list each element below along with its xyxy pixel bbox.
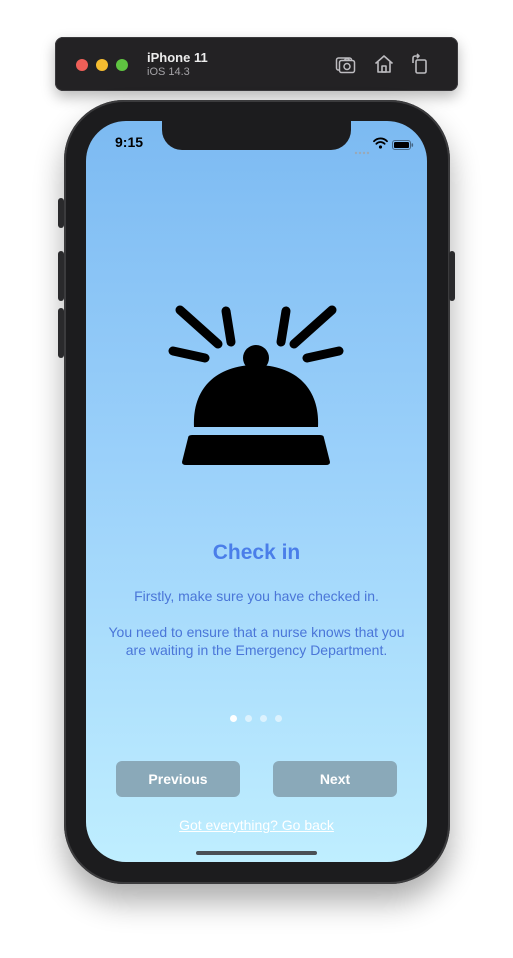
page-dot-1[interactable] (230, 715, 237, 722)
cellular-signal-icon (354, 142, 370, 155)
page-indicator[interactable] (230, 715, 284, 723)
service-bell-icon (168, 305, 344, 465)
device-name: iPhone 11 (147, 50, 208, 65)
minimize-window-button[interactable] (96, 59, 108, 71)
onboarding-paragraph-2: You need to ensure that a nurse knows th… (108, 624, 405, 658)
previous-button[interactable]: Previous (116, 761, 240, 797)
notch (162, 121, 351, 150)
onboarding-title: Check in (212, 541, 301, 564)
battery-icon (392, 137, 414, 150)
page-dot-4[interactable] (275, 715, 282, 722)
simulator-title-bar: iPhone 11 iOS 14.3 (55, 37, 458, 91)
onboarding-paragraph-1: Firstly, make sure you have checked in. (134, 588, 379, 604)
side-power-button (449, 251, 455, 301)
volume-down-button (58, 308, 64, 358)
app-screen: 9:15 Check in Firstly, make sure you hav… (86, 121, 427, 862)
zoom-window-button[interactable] (116, 59, 128, 71)
os-version: iOS 14.3 (147, 66, 190, 78)
rotate-icon[interactable] (408, 52, 432, 76)
wifi-icon (373, 136, 388, 149)
status-time: 9:15 (115, 134, 144, 150)
page-dot-3[interactable] (260, 715, 267, 722)
simulator-stage: iPhone 11 iOS 14.3 9:15 Check in Firstly… (0, 0, 513, 958)
go-back-link[interactable]: Got everything? Go back (86, 817, 427, 833)
volume-up-button (58, 251, 64, 301)
silent-switch (58, 198, 64, 228)
home-icon[interactable] (372, 52, 396, 76)
screenshot-icon[interactable] (333, 52, 357, 76)
home-indicator[interactable] (196, 851, 317, 855)
close-window-button[interactable] (76, 59, 88, 71)
page-dot-2[interactable] (245, 715, 252, 722)
next-button[interactable]: Next (273, 761, 397, 797)
